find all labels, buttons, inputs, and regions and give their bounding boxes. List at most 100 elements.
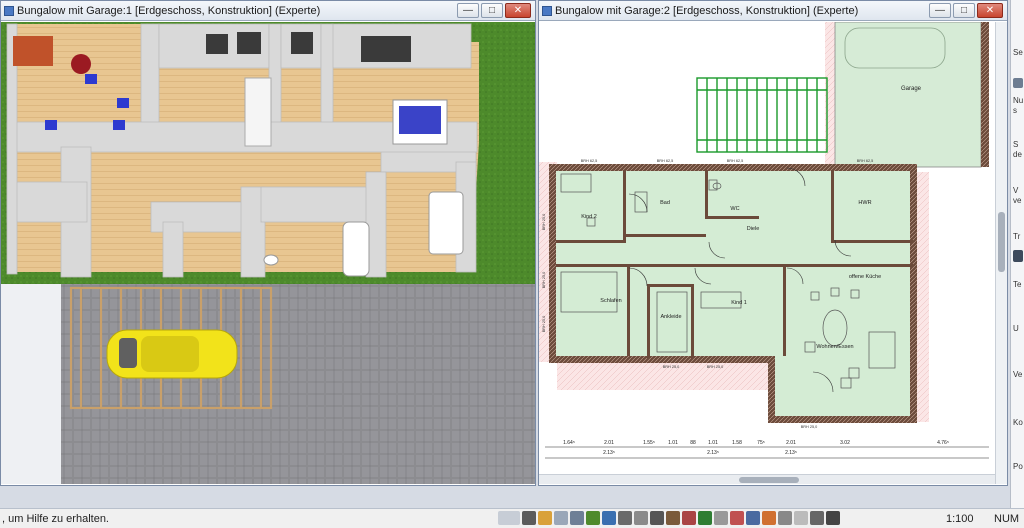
app-icon	[542, 6, 552, 16]
horizontal-scrollbar[interactable]	[539, 474, 995, 484]
hatch-icon[interactable]	[778, 511, 792, 525]
armchair	[13, 36, 53, 66]
garage-room[interactable]	[834, 22, 982, 168]
close-button[interactable]: ✕	[977, 3, 1003, 18]
window-titlebar[interactable]: Bungalow mit Garage:1 [Erdgeschoss, Kons…	[1, 1, 535, 21]
dimension-value: 1.58	[732, 440, 742, 446]
bed-blanket	[399, 106, 441, 134]
layer-icon[interactable]	[554, 511, 568, 525]
vertical-scrollbar[interactable]	[995, 22, 1007, 484]
panel-item[interactable]: Tr	[1013, 232, 1020, 241]
dimension-value: 2.13⁵	[707, 450, 719, 456]
garage-wall	[981, 22, 989, 167]
panel-item[interactable]: Nu	[1013, 96, 1023, 105]
stair-icon[interactable]	[746, 511, 760, 525]
minimize-button[interactable]: —	[929, 3, 951, 18]
brh-label: BRH 62,5	[857, 159, 873, 163]
brh-label: BRH 25,0	[663, 365, 679, 369]
window-title: Bungalow mit Garage:2 [Erdgeschoss, Kons…	[555, 5, 859, 17]
car	[106, 329, 238, 379]
dimension-value: 2.01	[604, 440, 614, 446]
panel-item[interactable]: S	[1013, 140, 1018, 149]
dimension-value: 1.01	[708, 440, 718, 446]
scale-indicator: 1:100	[946, 513, 974, 525]
panel-item[interactable]: ve	[1013, 196, 1021, 205]
panel-item[interactable]: Ve	[1013, 370, 1022, 379]
room-label-schlafen: Schlafen	[600, 298, 621, 304]
num-lock-indicator: NUM	[994, 513, 1020, 525]
view-icon[interactable]	[570, 511, 584, 525]
plan-viewport[interactable]: Garage Kind 2 Bad WC HWR Diele Schlafen …	[539, 22, 995, 484]
brh-label: BRH 25,0	[801, 425, 817, 429]
panel-item[interactable]: Te	[1013, 280, 1021, 289]
panel-item[interactable]: V	[1013, 186, 1018, 195]
roof-icon[interactable]	[762, 511, 776, 525]
room-label-wohnen: Wohnen/Essen	[816, 344, 853, 350]
dimension-value: 2.13⁵	[785, 450, 797, 456]
window-titlebar[interactable]: Bungalow mit Garage:2 [Erdgeschoss, Kons…	[539, 1, 1007, 21]
room-label-hwr: HWR	[858, 200, 871, 206]
maximize-button[interactable]: □	[953, 3, 975, 18]
3d-scene[interactable]	[1, 22, 535, 484]
grid-icon[interactable]	[522, 511, 536, 525]
panel-item[interactable]: Ko	[1013, 418, 1023, 427]
app-icon	[4, 6, 14, 16]
dimension-value: 1.01	[668, 440, 678, 446]
furniture-icon[interactable]	[666, 511, 680, 525]
brh-label: BRH 25,0	[707, 365, 723, 369]
brh-label: BRH 25,0	[542, 214, 546, 230]
plant	[71, 54, 91, 74]
marker-icon[interactable]	[730, 511, 744, 525]
brh-label: BRH 62,5	[581, 159, 597, 163]
panel-item[interactable]: Po	[1013, 462, 1023, 471]
snap-icon[interactable]	[498, 511, 520, 525]
close-button[interactable]: ✕	[505, 3, 531, 18]
wall-icon[interactable]	[618, 511, 632, 525]
room-label-kueche: offene Küche	[849, 274, 881, 280]
grip-icon[interactable]	[1013, 250, 1023, 262]
right-tool-panel[interactable]: Se Nu s S de V ve Tr Te U Ve Ko Po	[1010, 0, 1024, 508]
status-toolbar	[498, 511, 840, 525]
tree-icon[interactable]	[698, 511, 712, 525]
dimension-value: 75⁵	[757, 440, 765, 446]
scrollbar-thumb[interactable]	[998, 212, 1005, 272]
panel-item[interactable]: Se	[1013, 48, 1023, 57]
dimension-value: 2.13⁵	[603, 450, 615, 456]
measure-icon[interactable]	[634, 511, 648, 525]
brh-label: BRH 25,0	[542, 272, 546, 288]
pencil-icon[interactable]	[538, 511, 552, 525]
floor-plan[interactable]: Garage Kind 2 Bad WC HWR Diele Schlafen …	[539, 22, 995, 484]
scrollbar-thumb[interactable]	[739, 477, 799, 483]
print-icon[interactable]	[810, 511, 824, 525]
panel-item[interactable]: U	[1013, 324, 1019, 333]
dimension-value: 1.55⁵	[643, 440, 655, 446]
dimension-value: 3.02	[840, 440, 850, 446]
minimize-button[interactable]: —	[457, 3, 479, 18]
brh-label: BRH 62,5	[727, 159, 743, 163]
dimension-value: 2.01	[786, 440, 796, 446]
panel-item[interactable]: s	[1013, 106, 1017, 115]
dimension-value: 1.64⁵	[563, 440, 575, 446]
figure-icon[interactable]	[650, 511, 664, 525]
text-icon[interactable]	[714, 511, 728, 525]
room-label-ankleide: Ankleide	[660, 314, 681, 320]
room-label-wc: WC	[730, 206, 739, 212]
tool-icon[interactable]	[1013, 78, 1023, 88]
side-panel-3d	[1, 284, 61, 484]
window-3d-view[interactable]: Bungalow mit Garage:1 [Erdgeschoss, Kons…	[0, 0, 536, 486]
kitchen-unit	[244, 77, 272, 147]
maximize-button[interactable]: □	[481, 3, 503, 18]
plan-background	[539, 22, 835, 167]
terrain-icon[interactable]	[586, 511, 600, 525]
3d-viewport[interactable]	[1, 22, 535, 484]
person-icon[interactable]	[826, 511, 840, 525]
panel-item[interactable]: de	[1013, 150, 1022, 159]
abc-icon[interactable]	[794, 511, 808, 525]
terrace-hatch	[915, 172, 929, 422]
window-floor-plan[interactable]: Bungalow mit Garage:2 [Erdgeschoss, Kons…	[538, 0, 1008, 486]
object-icon[interactable]	[682, 511, 696, 525]
room-label-kind2: Kind 2	[581, 214, 597, 220]
dimension-value: 4.76⁵	[937, 440, 949, 446]
window-icon[interactable]	[602, 511, 616, 525]
bathtub-1	[342, 221, 370, 277]
